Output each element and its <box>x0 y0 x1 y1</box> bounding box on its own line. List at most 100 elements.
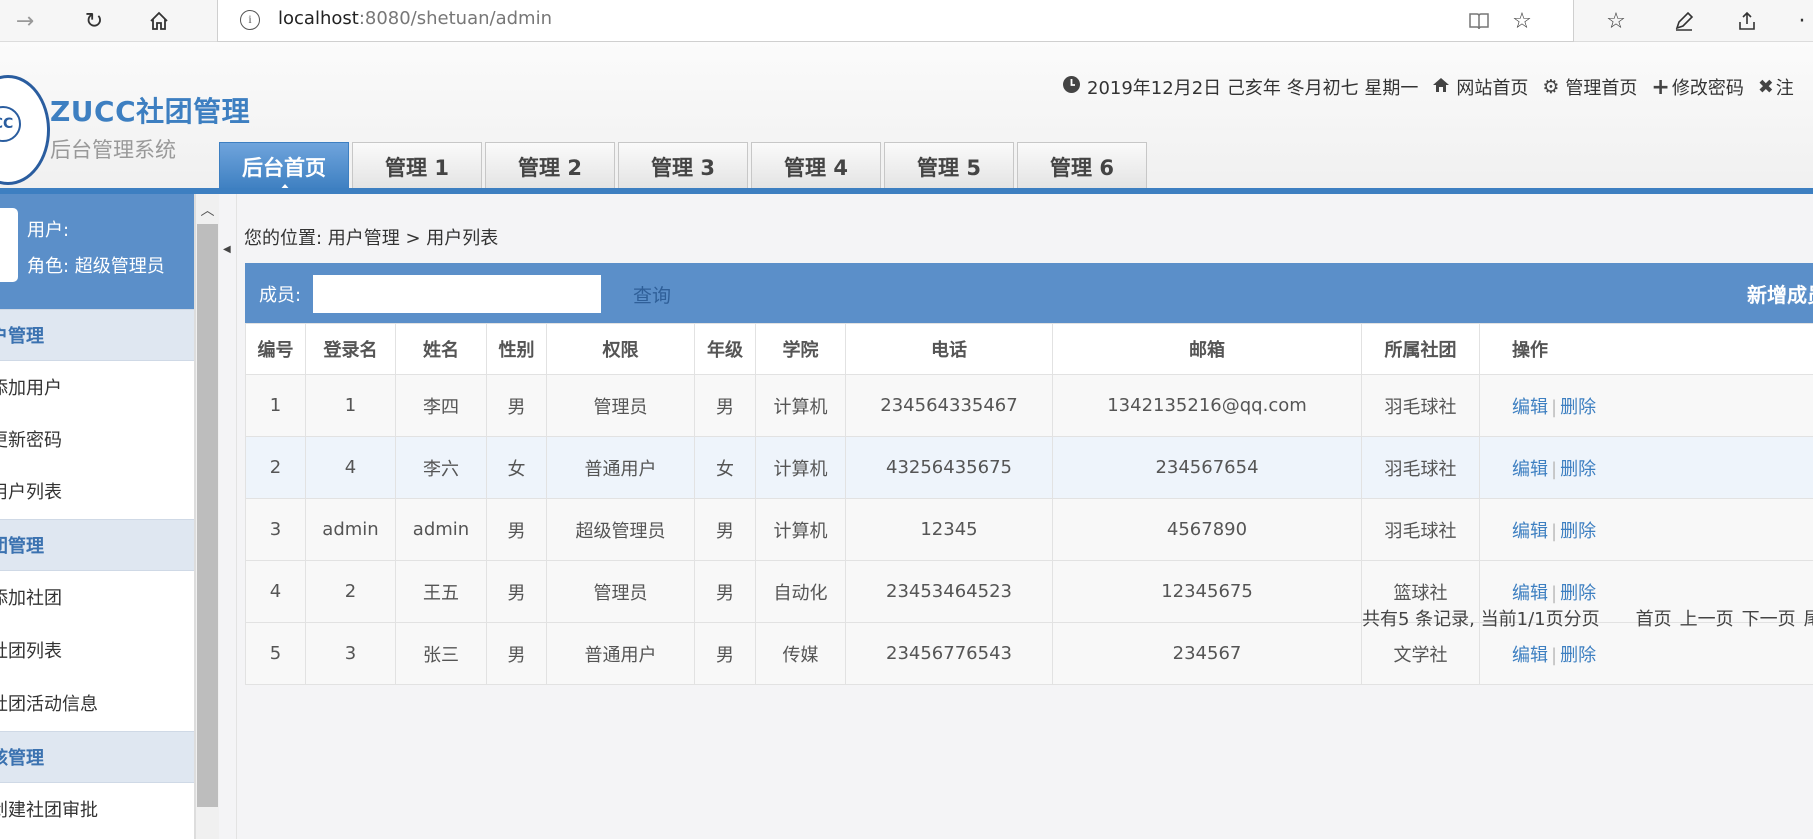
column-header: 姓名 <box>395 323 487 375</box>
delete-link[interactable]: 删除 <box>1560 459 1596 480</box>
menu-group-user-management[interactable]: 户管理 <box>0 309 194 361</box>
scroll-up-arrow-icon[interactable]: ︿ <box>196 200 219 220</box>
share-icon[interactable] <box>1731 6 1763 36</box>
sidebar-item-add-club[interactable]: 添加社团 <box>0 571 194 623</box>
cell-club: 羽毛球社 <box>1361 498 1480 561</box>
change-password-link[interactable]: + 修改密码 <box>1651 74 1743 100</box>
favorite-star-icon[interactable]: ☆ <box>1509 8 1535 34</box>
user-role: 角色: 超级管理员 <box>27 256 165 277</box>
app-header: CC ZUCC社团管理 后台管理系统 2019年12月2日 己亥年 冬月初七 星… <box>0 42 1813 191</box>
cell-grade: 女 <box>694 436 756 499</box>
delete-link[interactable]: 删除 <box>1560 583 1596 604</box>
edit-link[interactable]: 编辑 <box>1512 583 1548 604</box>
admin-home-link[interactable]: ⚙ 管理首页 <box>1542 74 1637 100</box>
action-separator: | <box>1551 520 1558 542</box>
cell-grade: 男 <box>694 374 756 437</box>
menu-group-club-management[interactable]: 团管理 <box>0 519 194 571</box>
column-header: 编号 <box>245 323 306 375</box>
cell-gender: 男 <box>486 498 547 561</box>
refresh-icon[interactable]: ↻ <box>79 6 109 36</box>
cell-email: 1342135216@qq.com <box>1052 374 1362 437</box>
address-url: localhost:8080/shetuan/admin <box>278 8 552 29</box>
search-button[interactable]: 查询 <box>633 281 671 308</box>
cell-gender: 女 <box>486 436 547 499</box>
favorites-list-icon[interactable]: ☆ <box>1600 6 1632 36</box>
cell-id: 1 <box>245 374 306 437</box>
pagination-info: 共有5 条记录, 当前1/1页分页 <box>1362 609 1600 630</box>
pen-icon[interactable] <box>1668 6 1700 36</box>
info-icon[interactable]: i <box>240 10 260 30</box>
cell-actions: 编辑 | 删除 <box>1479 374 1813 437</box>
home-icon[interactable] <box>144 6 174 36</box>
tab-manage-5[interactable]: 管理 5 <box>884 142 1014 190</box>
site-home-link[interactable]: 网站首页 <box>1432 74 1528 100</box>
sidebar-item-update-password[interactable]: 更新密码 <box>0 413 194 465</box>
table-row: 5 3 张三 男 普通用户 男 传媒 23456776543 234567 文学… <box>245 622 1813 685</box>
cell-phone: 23453464523 <box>845 560 1053 623</box>
menu-group-review-management[interactable]: 核管理 <box>0 731 194 783</box>
cell-role: 普通用户 <box>546 622 695 685</box>
tab-manage-2[interactable]: 管理 2 <box>485 142 615 190</box>
pager-first[interactable]: 首页 <box>1636 605 1672 631</box>
cell-college: 计算机 <box>755 498 846 561</box>
logout-link[interactable]: ✖ 注 <box>1758 74 1794 100</box>
user-name: 用户: <box>27 220 70 241</box>
pager-last[interactable]: 尾 <box>1804 605 1813 631</box>
delete-link[interactable]: 删除 <box>1560 521 1596 542</box>
tab-manage-1[interactable]: 管理 1 <box>352 142 482 190</box>
cell-name: 李六 <box>395 436 487 499</box>
sidebar-item-add-user[interactable]: 添加用户 <box>0 361 194 413</box>
address-bar[interactable]: i localhost:8080/shetuan/admin ☆ <box>217 0 1574 42</box>
member-search-input[interactable] <box>313 275 601 313</box>
home-icon <box>1432 76 1450 99</box>
collapse-arrow-icon[interactable]: ◀ <box>223 244 231 255</box>
cell-club: 羽毛球社 <box>1361 374 1480 437</box>
brand-title: ZUCC社团管理 <box>50 95 251 128</box>
tab-home[interactable]: 后台首页 <box>219 142 349 191</box>
cell-name: 李四 <box>395 374 487 437</box>
cell-grade: 男 <box>694 498 756 561</box>
reading-view-icon[interactable] <box>1466 8 1492 34</box>
cell-college: 自动化 <box>755 560 846 623</box>
sidebar-item-club-approval[interactable]: 创建社团审批 <box>0 783 194 835</box>
cell-grade: 男 <box>694 560 756 623</box>
sidebar-scrollbar[interactable]: ︿ <box>195 194 219 839</box>
tab-manage-4[interactable]: 管理 4 <box>751 142 881 190</box>
sidebar-item-club-activity[interactable]: 社团活动信息 <box>0 677 194 729</box>
column-header: 登录名 <box>305 323 396 375</box>
breadcrumb: 您的位置: 用户管理 > 用户列表 <box>244 228 499 249</box>
edit-link[interactable]: 编辑 <box>1512 521 1548 542</box>
tab-manage-6[interactable]: 管理 6 <box>1017 142 1147 190</box>
cell-gender: 男 <box>486 560 547 623</box>
cell-college: 计算机 <box>755 436 846 499</box>
cell-club: 文学社 <box>1361 622 1480 685</box>
pager-prev[interactable]: 上一页 <box>1680 605 1734 631</box>
search-label: 成员: <box>259 285 302 306</box>
back-arrow-icon[interactable]: → <box>10 6 40 36</box>
add-member-button[interactable]: 新增成员 <box>1747 279 1813 308</box>
sidebar-collapse-strip[interactable]: ◀ <box>219 194 237 839</box>
edit-link[interactable]: 编辑 <box>1512 645 1548 666</box>
cell-email: 234567 <box>1052 622 1362 685</box>
sidebar-item-user-list[interactable]: 用户列表 <box>0 465 194 517</box>
cell-id: 2 <box>245 436 306 499</box>
cell-gender: 男 <box>486 374 547 437</box>
scrollbar-thumb[interactable] <box>197 224 218 807</box>
tab-manage-3[interactable]: 管理 3 <box>618 142 748 190</box>
edit-link[interactable]: 编辑 <box>1512 397 1548 418</box>
clock-icon <box>1062 75 1081 99</box>
delete-link[interactable]: 删除 <box>1560 397 1596 418</box>
column-header: 学院 <box>755 323 846 375</box>
column-header: 所属社团 <box>1361 323 1480 375</box>
sidebar-item-club-list[interactable]: 社团列表 <box>0 624 194 676</box>
more-menu-icon[interactable]: · <box>1786 6 1813 36</box>
site-home-label: 网站首页 <box>1456 78 1529 99</box>
cell-college: 计算机 <box>755 374 846 437</box>
cell-name: admin <box>395 498 487 561</box>
delete-link[interactable]: 删除 <box>1560 645 1596 666</box>
pager-next[interactable]: 下一页 <box>1742 605 1796 631</box>
admin-home-label: 管理首页 <box>1565 78 1638 99</box>
edit-link[interactable]: 编辑 <box>1512 459 1548 480</box>
logo-mark: CC <box>0 106 21 142</box>
cell-role: 管理员 <box>546 560 695 623</box>
